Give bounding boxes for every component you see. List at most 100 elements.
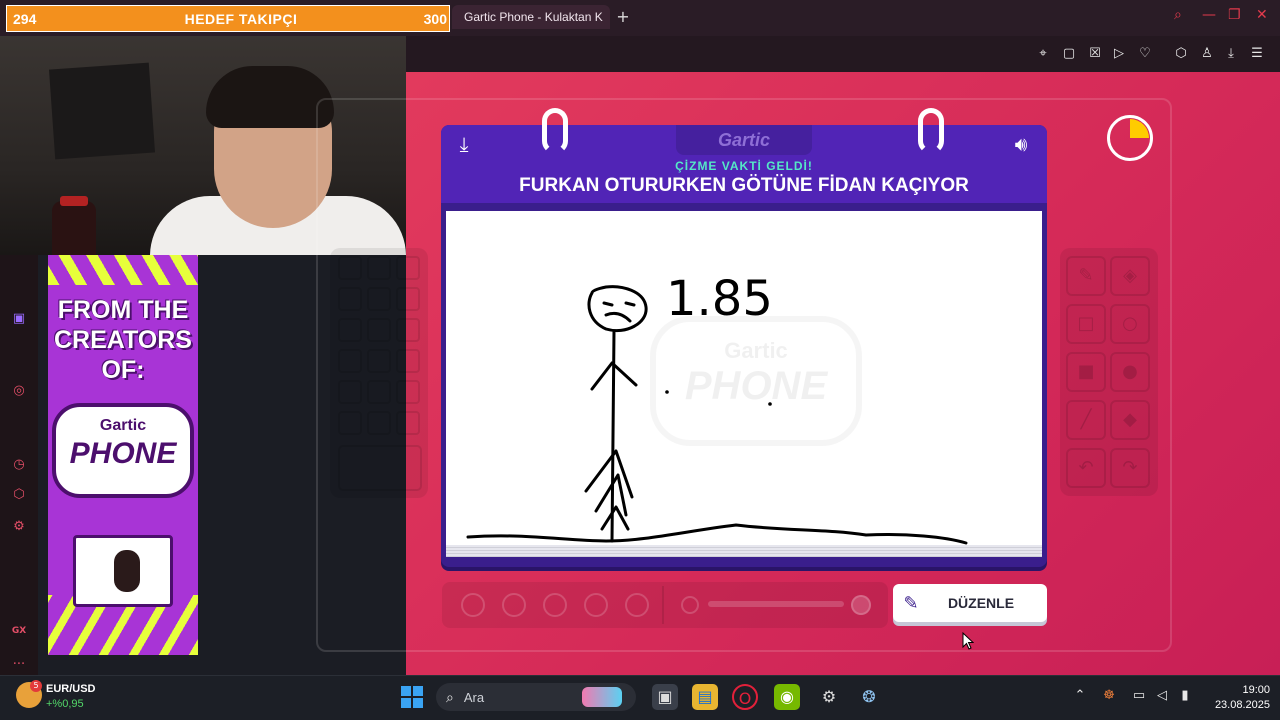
color-swatch[interactable] (367, 380, 391, 404)
nvidia-icon[interactable]: ◉ (774, 684, 800, 710)
player-icon[interactable]: ◎ (8, 380, 30, 402)
sapling (584, 449, 634, 531)
character-illustration (114, 550, 140, 592)
close-icon[interactable]: ✕ (1256, 7, 1268, 23)
color-swatch[interactable] (367, 287, 391, 311)
steam-icon[interactable]: ❂ (856, 684, 882, 710)
task-view-icon[interactable]: ▣ (652, 684, 678, 710)
restore-icon[interactable]: ❐ (1228, 7, 1241, 23)
ground-line (466, 523, 968, 545)
opacity-slider[interactable] (708, 601, 844, 607)
clock-date: 23.08.2025 (1214, 699, 1270, 711)
file-explorer-icon[interactable]: ▤ (692, 684, 718, 710)
pencil-icon[interactable]: ✎ (1066, 256, 1106, 296)
extensions-icon[interactable]: ⬡ (8, 484, 30, 506)
dot-mark (665, 390, 669, 394)
color-swatch[interactable] (396, 318, 420, 342)
color-swatch[interactable] (396, 349, 420, 373)
pin-icon[interactable]: ⌖ (1034, 45, 1052, 63)
fx-change: +%0,95 (46, 698, 84, 710)
eraser-icon[interactable]: ◈ (1110, 256, 1150, 296)
color-swatch[interactable] (367, 411, 391, 435)
heart-icon[interactable]: ♡ (1136, 45, 1154, 63)
color-swatch[interactable] (338, 349, 362, 373)
color-swatch[interactable] (367, 349, 391, 373)
extensions-icon[interactable]: ⬡ (1172, 45, 1190, 63)
history-icon[interactable]: ◷ (8, 454, 30, 476)
shield-icon[interactable]: ☒ (1086, 45, 1104, 63)
taskbar-search[interactable]: ⌕ Ara (436, 683, 636, 711)
more-icon[interactable]: ... (8, 650, 30, 672)
display-icon[interactable]: ▭ (1130, 688, 1148, 703)
minimize-icon[interactable]: — (1202, 7, 1216, 23)
search-icon[interactable]: ⌕ (1174, 7, 1182, 23)
goal-label: HEDEF TAKIPÇI (184, 10, 298, 27)
line-icon[interactable]: ╱ (1066, 400, 1106, 440)
browser-tab-gartic[interactable]: Gartic Phone - Kulaktan K (452, 5, 610, 29)
battery-icon[interactable]: ▮ (1176, 688, 1194, 703)
volume-icon[interactable]: 🔊︎ (1006, 132, 1036, 156)
pencil-icon: ✎ (903, 592, 919, 614)
volume-icon[interactable]: ◁ (1153, 688, 1171, 703)
logo-bottom-text: PHONE (69, 437, 177, 470)
fx-widget-icon[interactable]: 5 (16, 680, 42, 708)
undo-icon[interactable]: ↶ (1066, 448, 1106, 488)
drawing-prompt: FURKAN OTURURKEN GÖTÜNE FİDAN KAÇIYOR (519, 175, 969, 196)
rectangle-outline-icon[interactable]: □ (1066, 304, 1106, 344)
canvas-label: 1.85 (666, 271, 773, 327)
snapshot-icon[interactable]: ▢ (1060, 45, 1078, 63)
opacity-slider-handle[interactable] (851, 595, 871, 615)
color-swatch[interactable] (338, 411, 362, 435)
settings-icon[interactable]: ⚙ (8, 516, 30, 538)
rectangle-fill-icon[interactable]: ■ (1066, 352, 1106, 392)
opera-gx-icon[interactable]: O (732, 684, 758, 710)
follower-goal-overlay: 294 HEDEF TAKIPÇI 300 (6, 5, 450, 32)
binder-ring-left (542, 108, 568, 154)
ad-banner[interactable]: FROM THE CREATORS OF: Gartic PHONE (48, 255, 198, 655)
download-icon[interactable]: ⤓ (452, 132, 476, 156)
color-swatch[interactable] (396, 411, 420, 435)
calendar-illustration (73, 535, 173, 607)
color-swatch[interactable] (338, 256, 362, 280)
color-swatch[interactable] (396, 380, 420, 404)
brush-size-1[interactable] (461, 593, 485, 617)
custom-color-swatch[interactable] (338, 445, 422, 491)
fx-badge: 5 (30, 680, 42, 692)
gartic-header-logo: Gartic (676, 125, 812, 155)
brush-size-4[interactable] (584, 593, 608, 617)
circle-fill-icon[interactable]: ● (1110, 352, 1150, 392)
circle-outline-icon[interactable]: ○ (1110, 304, 1150, 344)
color-swatch[interactable] (367, 256, 391, 280)
taskbar-clock[interactable]: 19:00 23.08.2025 (1200, 683, 1270, 713)
bottle-cap (60, 196, 88, 206)
download-icon[interactable]: ⤓ (1222, 45, 1240, 63)
clock-time: 19:00 (1242, 684, 1270, 696)
color-swatch[interactable] (396, 256, 420, 280)
goal-current: 294 (13, 10, 37, 27)
color-swatch[interactable] (367, 318, 391, 342)
new-tab-button[interactable]: + (612, 6, 634, 28)
wall-poster (48, 62, 156, 160)
brush-size-2[interactable] (502, 593, 526, 617)
canvas-page-edge (446, 545, 1042, 557)
chevron-up-icon[interactable]: ⌃ (1071, 688, 1089, 703)
edit-button[interactable]: ✎ DÜZENLE (893, 584, 1047, 622)
fill-bucket-icon[interactable]: ◆ (1110, 400, 1150, 440)
color-swatch[interactable] (396, 287, 420, 311)
edit-button-label: DÜZENLE (947, 595, 1015, 611)
redo-icon[interactable]: ↷ (1110, 448, 1150, 488)
logo-top-text: Gartic (99, 417, 147, 434)
twitch-icon[interactable]: ▣ (8, 308, 30, 330)
menu-icon[interactable]: ☰ (1248, 45, 1266, 63)
steam-alt-icon[interactable]: ⚙ (816, 684, 842, 710)
profile-icon[interactable]: ♙ (1198, 45, 1216, 63)
start-icon[interactable] (401, 686, 423, 708)
color-swatch[interactable] (338, 318, 362, 342)
play-icon[interactable]: ▷ (1110, 45, 1128, 63)
color-swatch[interactable] (338, 380, 362, 404)
brush-size-5[interactable] (625, 593, 649, 617)
color-swatch[interactable] (338, 287, 362, 311)
microphone-icon[interactable]: ☸ (1100, 688, 1118, 703)
brush-size-3[interactable] (543, 593, 567, 617)
gx-icon[interactable]: GX (8, 620, 30, 642)
